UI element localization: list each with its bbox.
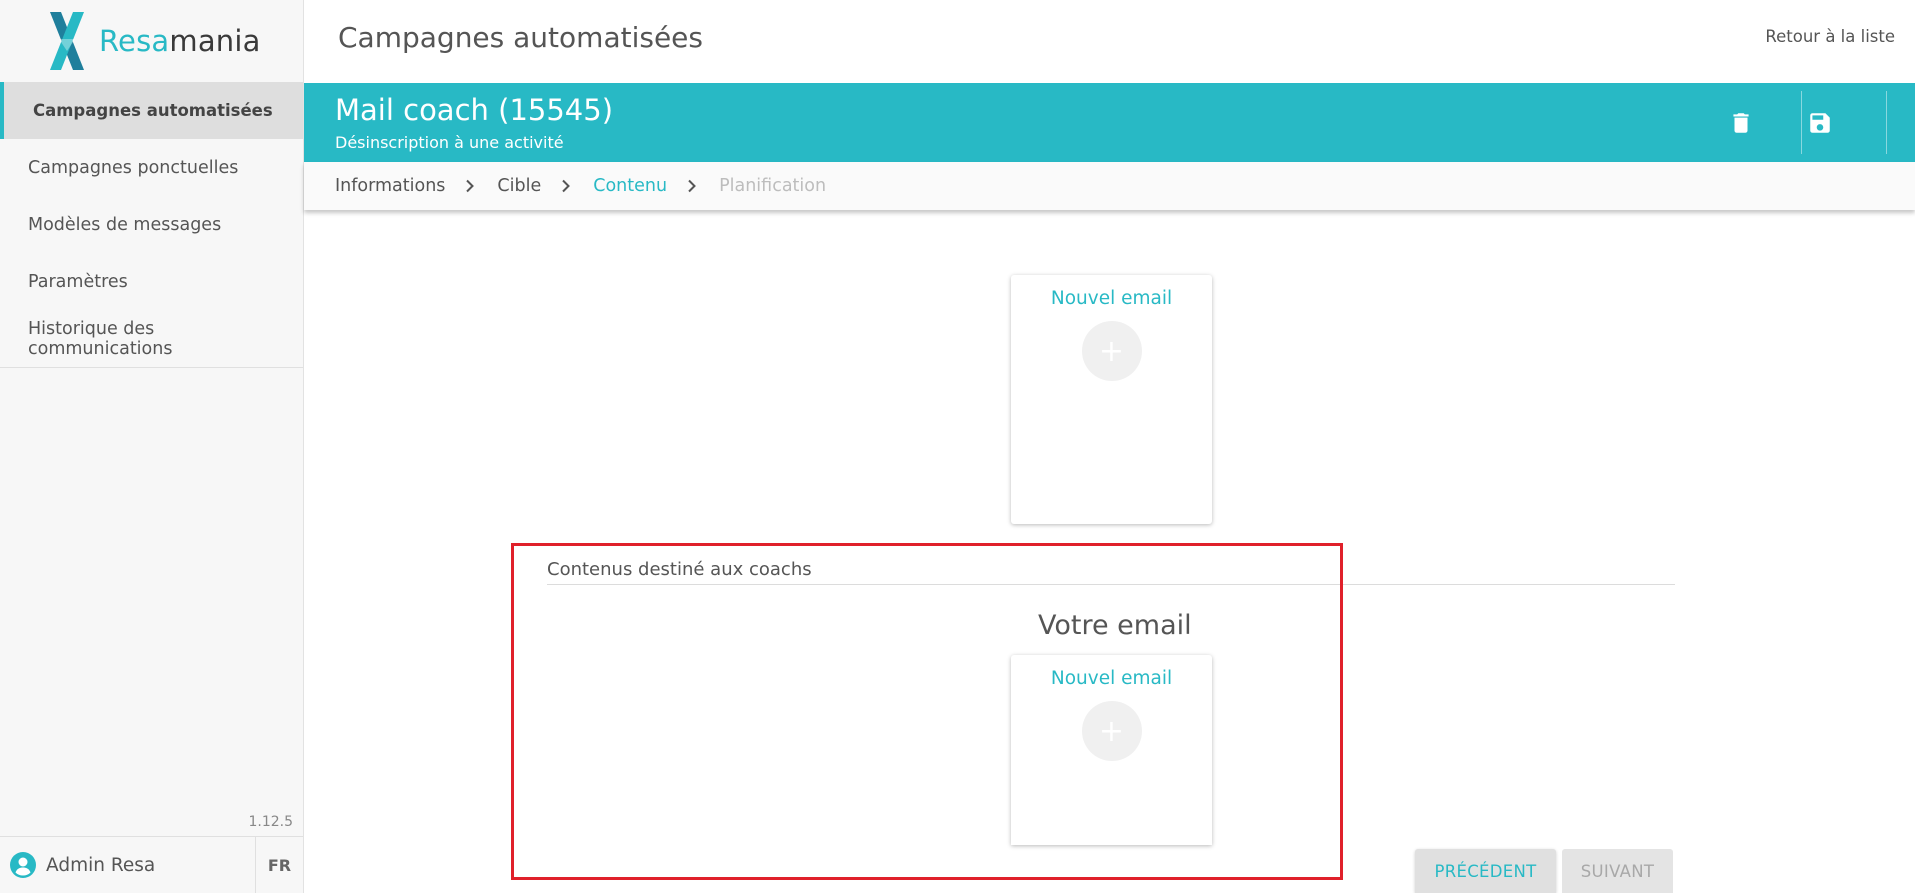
sidebar: Resamania Campagnes automatisées Campagn… <box>0 0 304 893</box>
new-email-card[interactable]: Nouvel email + <box>1011 275 1212 524</box>
user-name[interactable]: Admin Resa <box>46 855 155 876</box>
sidebar-item-modeles-de-messages[interactable]: Modèles de messages <box>0 196 303 253</box>
resamania-logo[interactable]: Resamania <box>50 6 261 76</box>
user-avatar-icon[interactable] <box>10 852 36 878</box>
add-email-button[interactable]: + <box>1081 321 1142 381</box>
step-planification: Planification <box>719 176 827 196</box>
wizard-steps: Informations Cible Contenu Planification <box>304 162 1915 210</box>
card-title: Nouvel email <box>1050 288 1173 309</box>
save-button[interactable] <box>1780 83 1860 162</box>
toolbar-divider <box>1886 91 1887 154</box>
plus-icon: + <box>1098 333 1125 369</box>
sidebar-item-campagnes-ponctuelles[interactable]: Campagnes ponctuelles <box>0 139 303 196</box>
language-switch[interactable]: FR <box>255 837 303 893</box>
sidebar-nav: Campagnes automatisées Campagnes ponctue… <box>0 82 303 368</box>
campaign-subtitle: Désinscription à une activité <box>335 133 564 152</box>
trash-icon <box>1733 112 1749 133</box>
top-header: Campagnes automatisées Retour à la liste <box>304 0 1915 83</box>
step-informations[interactable]: Informations <box>335 176 445 196</box>
logo-wordmark: Resamania <box>99 24 261 58</box>
step-cible[interactable]: Cible <box>497 176 541 196</box>
chevron-right-icon <box>688 179 696 193</box>
page-title: Campagnes automatisées <box>338 21 703 54</box>
save-icon <box>1810 112 1830 133</box>
resamania-logo-icon <box>50 12 84 70</box>
previous-button[interactable]: PRÉCÉDENT <box>1415 849 1556 893</box>
next-button: SUIVANT <box>1562 849 1673 893</box>
user-bar: Admin Resa FR <box>0 836 303 893</box>
sidebar-item-parametres[interactable]: Paramètres <box>0 253 303 310</box>
delete-button[interactable] <box>1701 83 1781 162</box>
sidebar-item-historique[interactable]: Historique des communications <box>0 310 303 367</box>
sidebar-item-campagnes-automatisees[interactable]: Campagnes automatisées <box>0 82 303 139</box>
app-version: 1.12.5 <box>248 814 293 830</box>
step-contenu[interactable]: Contenu <box>593 176 667 196</box>
chevron-right-icon <box>466 179 475 193</box>
highlight-annotation <box>511 543 1343 880</box>
campaign-title: Mail coach (15545) <box>335 93 614 127</box>
campaign-bar: Mail coach (15545) Désinscription à une … <box>304 83 1915 162</box>
back-to-list-link[interactable]: Retour à la liste <box>1765 27 1895 46</box>
chevron-right-icon <box>562 179 571 193</box>
